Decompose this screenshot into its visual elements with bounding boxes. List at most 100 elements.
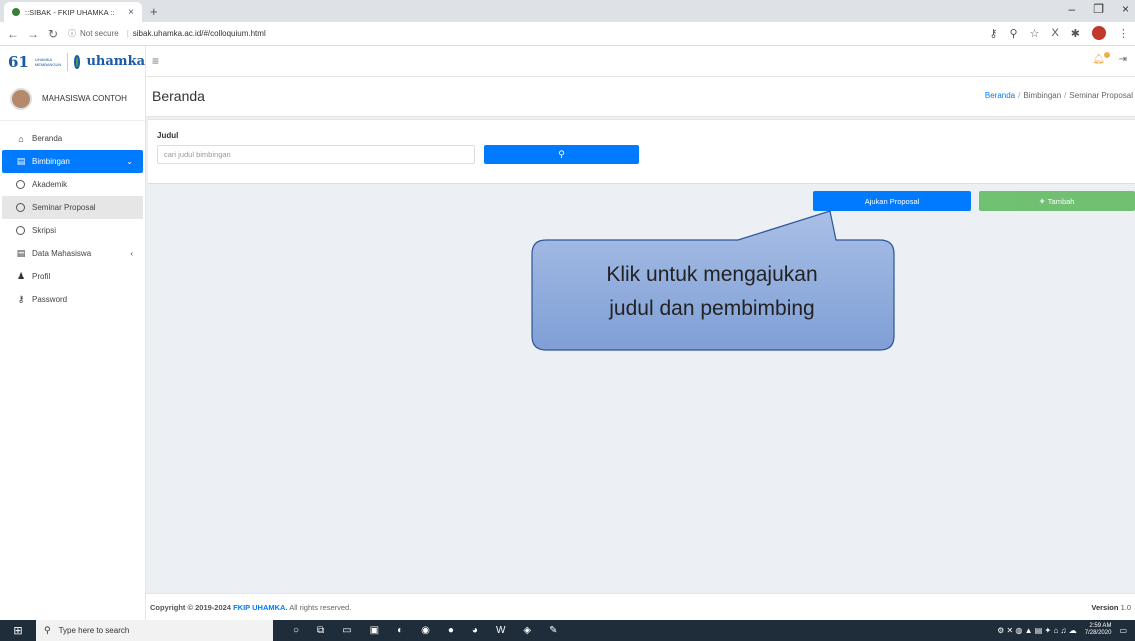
chrome-icon[interactable]: ◉ bbox=[421, 625, 430, 636]
sidebar-item-password[interactable]: ⚷ Password bbox=[2, 288, 143, 311]
sidebar-item-seminar-proposal[interactable]: Seminar Proposal bbox=[2, 196, 143, 219]
breadcrumb-bimbingan: Bimbingan bbox=[1023, 91, 1062, 100]
logo-61: 61 bbox=[8, 52, 29, 71]
logout-icon[interactable]: ⇥ bbox=[1119, 54, 1127, 65]
uhamka-emblem-icon bbox=[73, 54, 81, 69]
circle-icon bbox=[16, 226, 25, 235]
minimize-icon[interactable]: – bbox=[1069, 2, 1076, 16]
sidebar-item-label: Beranda bbox=[32, 134, 63, 143]
tab-close-icon[interactable]: × bbox=[128, 7, 134, 18]
logo-mini-text: UHAMKA MEMBANGUN bbox=[34, 56, 62, 67]
system-tray: ⚙ ✕ ◍ ▲ ▤ ✦ ⌂ ♫ ☁ 2:59 AM 7/28/2020 ▭ bbox=[997, 623, 1127, 637]
window-controls: – ❐ × bbox=[1069, 2, 1129, 16]
firefox-icon[interactable]: ◕ bbox=[472, 625, 478, 636]
browser-tab-bar: ::SIBAK - FKIP UHAMKA :: × + – ❐ × bbox=[0, 0, 1135, 22]
taskbar-search-text: Type here to search bbox=[58, 626, 130, 635]
store-icon[interactable]: ▣ bbox=[370, 625, 379, 636]
sidebar-item-label: Seminar Proposal bbox=[32, 203, 96, 212]
page-title: Beranda bbox=[152, 88, 205, 104]
callout-line-2: judul dan pembimbing bbox=[609, 297, 815, 320]
chevron-down-icon: ⌄ bbox=[126, 157, 133, 166]
notification-badge bbox=[1104, 52, 1110, 58]
sidebar-item-label: Skripsi bbox=[32, 226, 57, 235]
close-window-icon[interactable]: × bbox=[1122, 2, 1129, 16]
maximize-icon[interactable]: ❐ bbox=[1093, 2, 1104, 16]
user-icon: ♟ bbox=[16, 271, 26, 281]
key-icon[interactable]: ⚷ bbox=[989, 27, 997, 40]
circle-icon bbox=[16, 180, 25, 189]
url-text: sibak.uhamka.ac.id/#/colloquium.html bbox=[132, 29, 266, 38]
file-explorer-icon[interactable]: ▭ bbox=[342, 625, 351, 636]
search-button[interactable]: ⚲ bbox=[484, 145, 639, 164]
browser-tab[interactable]: ::SIBAK - FKIP UHAMKA :: × bbox=[4, 2, 142, 22]
new-tab-icon[interactable]: + bbox=[150, 4, 158, 19]
browser-icon[interactable]: ● bbox=[448, 625, 454, 636]
callout-line-1: Klik untuk mengajukan bbox=[606, 263, 818, 286]
user-panel: MAHASISWA CONTOH bbox=[0, 77, 145, 121]
user-name: MAHASISWA CONTOH bbox=[42, 94, 127, 103]
sidebar-item-akademik[interactable]: Akademik bbox=[2, 173, 143, 196]
security-label: Not secure bbox=[80, 29, 119, 38]
menu-dots-icon[interactable]: ⋮ bbox=[1118, 27, 1129, 40]
search-card: Judul ⚲ bbox=[148, 119, 1135, 184]
info-icon[interactable]: ⓘ bbox=[68, 28, 76, 39]
address-bar: ← → ↻ ⓘ Not secure | sibak.uhamka.ac.id/… bbox=[0, 22, 1135, 46]
profile-avatar[interactable] bbox=[1092, 26, 1106, 40]
key-icon: ⚷ bbox=[17, 294, 25, 304]
footer: Copyright © 2019-2024 FKIP UHAMKA. All r… bbox=[146, 593, 1135, 620]
tambah-label: Tambah bbox=[1047, 196, 1075, 206]
sidebar-item-data-mahasiswa[interactable]: ▤ Data Mahasiswa ‹ bbox=[2, 242, 143, 265]
sidebar-menu: ⌂ Beranda ▤ Bimbingan ⌄ Akademik Seminar… bbox=[0, 121, 145, 311]
forward-icon[interactable]: → bbox=[24, 27, 42, 41]
favicon-icon bbox=[12, 8, 20, 16]
hamburger-menu-icon[interactable]: ≡ bbox=[152, 54, 159, 68]
callout-text: Klik untuk mengajukan judul dan pembimbi… bbox=[531, 258, 893, 326]
tambah-button[interactable]: + Tambah bbox=[979, 191, 1135, 211]
judul-label: Judul bbox=[157, 131, 179, 140]
sidebar-item-beranda[interactable]: ⌂ Beranda bbox=[2, 127, 143, 150]
sidebar-item-label: Bimbingan bbox=[32, 157, 70, 166]
breadcrumb-current: Seminar Proposal bbox=[1069, 91, 1133, 100]
bookmark-star-icon[interactable]: ☆ bbox=[1030, 27, 1040, 40]
sidebar-item-skripsi[interactable]: Skripsi bbox=[2, 219, 143, 242]
search-input[interactable] bbox=[157, 145, 475, 164]
word-icon[interactable]: W bbox=[496, 625, 505, 636]
windows-start-icon[interactable]: ⊞ bbox=[0, 620, 36, 641]
sidebar-item-profil[interactable]: ♟ Profil bbox=[2, 265, 143, 288]
sidebar-item-bimbingan[interactable]: ▤ Bimbingan ⌄ bbox=[2, 150, 143, 173]
sidebar-item-label: Password bbox=[32, 295, 68, 304]
zoom-icon[interactable]: ⚲ bbox=[1010, 27, 1018, 40]
sidebar-item-label: Akademik bbox=[32, 180, 68, 189]
extensions-icon[interactable]: ✱ bbox=[1071, 27, 1080, 40]
taskbar-search[interactable]: ⚲ Type here to search bbox=[36, 620, 273, 641]
task-view-icon[interactable]: ⧉ bbox=[317, 625, 324, 636]
content-header: Beranda Beranda / Bimbingan / Seminar Propos… bbox=[146, 77, 1135, 117]
app-icon[interactable]: ◈ bbox=[523, 625, 531, 636]
notifications-icon[interactable]: ▭ bbox=[1119, 626, 1127, 635]
extension-x-icon[interactable]: X bbox=[1051, 27, 1058, 39]
search-icon: ⚲ bbox=[558, 149, 565, 159]
search-icon: ⚲ bbox=[44, 625, 51, 635]
back-icon[interactable]: ← bbox=[4, 27, 22, 41]
avatar bbox=[10, 87, 32, 110]
cortana-icon[interactable]: ○ bbox=[293, 625, 299, 636]
sidebar: MAHASISWA CONTOH ⌂ Beranda ▤ Bimbingan ⌄… bbox=[0, 77, 146, 620]
copyright: Copyright © 2019-2024 FKIP UHAMKA. All r… bbox=[150, 603, 352, 612]
tab-title: ::SIBAK - FKIP UHAMKA :: bbox=[25, 7, 115, 17]
edge-icon[interactable]: ◐ bbox=[397, 625, 403, 636]
taskbar-apps: ○ ⧉ ▭ ▣ ◐ ◉ ● ◕ W ◈ ✎ bbox=[293, 625, 558, 636]
clock[interactable]: 2:59 AM 7/28/2020 bbox=[1085, 623, 1112, 637]
breadcrumb: Beranda / Bimbingan / Seminar Proposal bbox=[984, 91, 1133, 100]
app-icon-2[interactable]: ✎ bbox=[549, 625, 557, 636]
url-field[interactable]: ⓘ Not secure | sibak.uhamka.ac.id/#/coll… bbox=[68, 28, 266, 39]
breadcrumb-beranda[interactable]: Beranda bbox=[985, 91, 1015, 100]
plus-icon: + bbox=[1039, 196, 1045, 206]
logo-uhamka: uhamka bbox=[86, 54, 145, 69]
sidebar-item-label: Profil bbox=[32, 272, 51, 281]
book-icon: ▤ bbox=[16, 248, 26, 258]
version: Version 1.0 bbox=[1091, 603, 1131, 612]
reload-icon[interactable]: ↻ bbox=[44, 27, 62, 41]
tray-icons[interactable]: ⚙ ✕ ◍ ▲ ▤ ✦ ⌂ ♫ ☁ bbox=[997, 626, 1077, 635]
footer-org-link[interactable]: FKIP UHAMKA. bbox=[233, 603, 287, 612]
app-logo[interactable]: 61 UHAMKA MEMBANGUN uhamka bbox=[0, 46, 146, 77]
